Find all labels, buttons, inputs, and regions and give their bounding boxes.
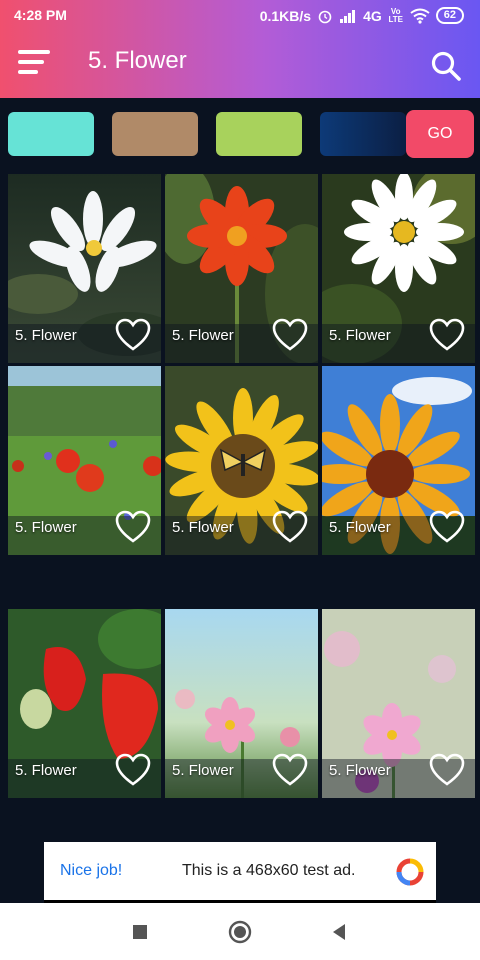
search-icon[interactable]: [430, 50, 462, 82]
heart-icon[interactable]: [429, 318, 465, 352]
status-bar: 4:28 PM 0.1KB/s 4G Vo LTE 62: [0, 0, 480, 30]
wallpaper-tile-sunflower-sky[interactable]: 5. Flower: [322, 366, 475, 555]
color-swatch-green[interactable]: [216, 112, 302, 156]
color-swatch-brown[interactable]: [112, 112, 198, 156]
wallpaper-tile-strawberries[interactable]: 5. Flower: [8, 609, 161, 798]
tile-label: 5. Flower: [329, 519, 391, 536]
tile-label: 5. Flower: [172, 519, 234, 536]
network-type: 4G: [363, 7, 382, 24]
color-swatch-navy[interactable]: [320, 112, 406, 156]
signal-icon: [340, 9, 356, 23]
heart-icon[interactable]: [272, 510, 308, 544]
heart-icon[interactable]: [429, 753, 465, 787]
tile-label: 5. Flower: [15, 519, 77, 536]
ad-right-text: This is a 468x60 test ad.: [182, 862, 356, 879]
wallpaper-tile-zinnia[interactable]: 5. Flower: [165, 174, 318, 363]
wallpaper-tile-lily[interactable]: 5. Flower: [8, 174, 161, 363]
go-button[interactable]: GO: [406, 110, 474, 158]
ad-left-text: Nice job!: [60, 862, 123, 879]
alarm-icon: [318, 10, 332, 23]
wallpaper-tile-cosmos[interactable]: 5. Flower: [165, 609, 318, 798]
color-filter-row: GO: [0, 110, 480, 160]
wallpaper-tile-poppies[interactable]: 5. Flower: [8, 366, 161, 555]
triangle-back-icon[interactable]: [326, 919, 352, 945]
app-header: 4:28 PM 0.1KB/s 4G Vo LTE 62 5. Flower: [0, 0, 480, 98]
wallpaper-grid: 5. Flower 5. Flower 5. Flower 5. Flower …: [0, 172, 480, 840]
status-icons: 0.1KB/s 4G Vo LTE 62: [260, 7, 464, 24]
heart-icon[interactable]: [272, 318, 308, 352]
volte-label: Vo LTE: [388, 6, 403, 24]
wallpaper-tile-daisy[interactable]: 5. Flower: [322, 174, 475, 363]
tile-label: 5. Flower: [172, 327, 234, 344]
system-nav-bar: [0, 903, 480, 960]
tile-label: 5. Flower: [15, 327, 77, 344]
tile-label: 5. Flower: [15, 762, 77, 779]
ad-banner[interactable]: Nice job! This is a 468x60 test ad.: [44, 842, 436, 903]
heart-icon[interactable]: [429, 510, 465, 544]
circle-home-icon[interactable]: [227, 919, 253, 945]
tile-label: 5. Flower: [329, 762, 391, 779]
tile-label: 5. Flower: [172, 762, 234, 779]
battery-indicator: 62: [435, 7, 464, 24]
color-swatch-teal[interactable]: [8, 112, 94, 156]
heart-icon[interactable]: [115, 318, 151, 352]
ad-logo-icon: [396, 858, 424, 886]
page-title: 5. Flower: [88, 47, 187, 74]
square-recents-icon[interactable]: [127, 919, 153, 945]
status-time: 4:28 PM: [14, 7, 67, 23]
wifi-icon: [410, 8, 430, 24]
heart-icon[interactable]: [272, 753, 308, 787]
net-speed: 0.1KB/s: [259, 7, 312, 24]
hamburger-menu-icon[interactable]: [18, 48, 50, 78]
tile-label: 5. Flower: [329, 327, 391, 344]
heart-icon[interactable]: [115, 510, 151, 544]
wallpaper-tile-cosmos-field[interactable]: 5. Flower: [322, 609, 475, 798]
wallpaper-tile-sunflower-butterfly[interactable]: 5. Flower: [165, 366, 318, 555]
heart-icon[interactable]: [115, 753, 151, 787]
